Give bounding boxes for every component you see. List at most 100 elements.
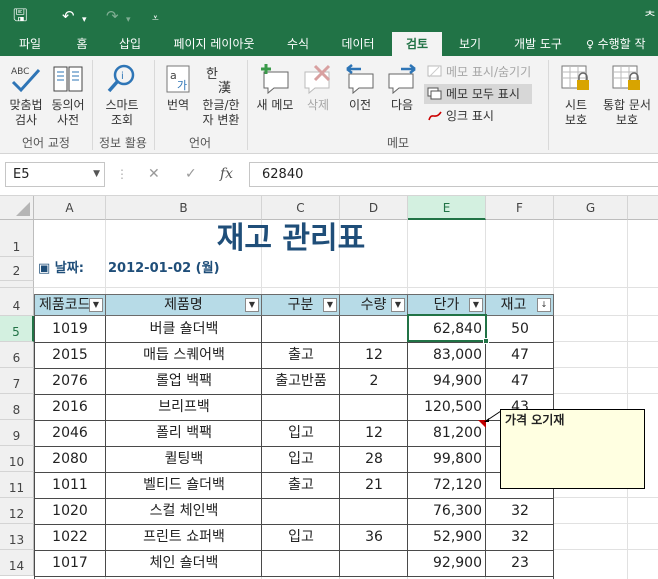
cell-stock[interactable]: 32: [486, 499, 554, 523]
cell-unit-price[interactable]: 99,800: [408, 447, 486, 471]
fill-handle[interactable]: [483, 338, 489, 344]
cell-quantity[interactable]: 28: [340, 447, 408, 471]
cell-type[interactable]: 입고: [262, 525, 340, 549]
cell-product-name[interactable]: 브리프백: [106, 395, 262, 419]
cell-unit-price[interactable]: 52,900: [408, 525, 486, 549]
cell-type[interactable]: [262, 499, 340, 523]
tab-home[interactable]: 홈: [64, 32, 100, 56]
cell-type[interactable]: 출고반품: [262, 369, 340, 393]
cell-product-name[interactable]: 퀼팅백: [106, 447, 262, 471]
cell-quantity[interactable]: [340, 317, 408, 341]
cell-unit-price[interactable]: 83,000: [408, 343, 486, 367]
insert-function-icon[interactable]: fx: [220, 162, 233, 187]
cell-type[interactable]: 출고: [262, 343, 340, 367]
column-header-e[interactable]: E: [408, 196, 486, 220]
cell-product-code[interactable]: 2016: [34, 395, 106, 419]
column-header-f[interactable]: F: [486, 196, 554, 220]
cell-product-code[interactable]: 1011: [34, 473, 106, 497]
tab-page-layout[interactable]: 페이지 레이아웃: [160, 32, 268, 56]
cell-product-name[interactable]: 버클 숄더백: [106, 317, 262, 341]
cell-unit-price[interactable]: 94,900: [408, 369, 486, 393]
enter-icon[interactable]: ✓: [185, 162, 197, 187]
cell-type[interactable]: 입고: [262, 421, 340, 445]
tab-review[interactable]: 검토: [392, 32, 442, 56]
sort-descending-icon[interactable]: ↓: [537, 298, 551, 312]
filter-dropdown-icon[interactable]: ▼: [323, 298, 337, 312]
cell-type[interactable]: 입고: [262, 447, 340, 471]
tab-data[interactable]: 데이터: [330, 32, 386, 56]
column-header-a[interactable]: A: [34, 196, 106, 220]
tell-me-search[interactable]: ♀ 수행할 작: [586, 32, 658, 56]
column-header-b[interactable]: B: [106, 196, 262, 220]
cell-product-name[interactable]: 체인 숄더백: [106, 551, 262, 575]
cell-type[interactable]: [262, 317, 340, 341]
name-box[interactable]: E5 ▼: [5, 162, 105, 187]
undo-dropdown-icon[interactable]: ▾: [82, 10, 87, 30]
cell-quantity[interactable]: [340, 551, 408, 575]
cell-product-code[interactable]: 1022: [34, 525, 106, 549]
column-header-g[interactable]: G: [554, 196, 628, 220]
show-all-comments-button[interactable]: 메모 모두 표시: [424, 84, 532, 104]
cell-type[interactable]: 출고: [262, 473, 340, 497]
cell-product-code[interactable]: 2046: [34, 421, 106, 445]
smart-lookup-button[interactable]: i 스마트 조회: [100, 62, 144, 128]
row-header[interactable]: 13: [0, 524, 34, 550]
cell-product-code[interactable]: 2076: [34, 369, 106, 393]
column-header-h[interactable]: [628, 196, 658, 220]
row-header[interactable]: 14: [0, 550, 34, 576]
row-header[interactable]: 1: [0, 220, 34, 257]
cell-unit-price[interactable]: 81,200: [408, 421, 486, 445]
filter-dropdown-icon[interactable]: ▼: [391, 298, 405, 312]
new-comment-button[interactable]: 새 메모: [252, 62, 298, 113]
cell-product-name[interactable]: 롤업 백팩: [106, 369, 262, 393]
save-icon[interactable]: 🖫: [13, 6, 27, 26]
tab-file[interactable]: 파일: [8, 32, 52, 56]
filter-dropdown-icon[interactable]: ▼: [245, 298, 259, 312]
column-header-d[interactable]: D: [340, 196, 408, 220]
cell-quantity[interactable]: [340, 499, 408, 523]
table-header-product-name[interactable]: 제품명 ▼: [105, 294, 262, 316]
hangul-hanja-button[interactable]: 한漢 한글/한 자 변환: [198, 62, 244, 128]
next-comment-button[interactable]: 다음: [384, 62, 420, 113]
cell-unit-price[interactable]: 72,120: [408, 473, 486, 497]
row-header[interactable]: 2: [0, 257, 34, 281]
row-header[interactable]: 5: [0, 316, 34, 342]
tab-formulas[interactable]: 수식: [278, 32, 318, 56]
comment-box[interactable]: 가격 오기재: [500, 409, 645, 489]
cell-product-name[interactable]: 폴리 백팩: [106, 421, 262, 445]
cell-product-name[interactable]: 벨티드 숄더백: [106, 473, 262, 497]
protect-workbook-button[interactable]: 통합 문서 보호: [598, 62, 656, 128]
customize-qat-icon[interactable]: ⩡: [152, 8, 159, 28]
cell-stock[interactable]: 32: [486, 525, 554, 549]
tab-view[interactable]: 보기: [448, 32, 492, 56]
table-header-unit-price[interactable]: 단가 ▼: [407, 294, 486, 316]
selected-cell-e5[interactable]: [407, 314, 487, 342]
previous-comment-button[interactable]: 이전: [342, 62, 378, 113]
formula-input[interactable]: 62840: [249, 162, 658, 187]
show-ink-button[interactable]: 잉크 표시: [424, 106, 494, 126]
cell-stock[interactable]: 50: [486, 317, 554, 341]
translate-button[interactable]: a가 번역: [158, 62, 198, 113]
cell-product-name[interactable]: 스컬 체인백: [106, 499, 262, 523]
cell-stock[interactable]: 47: [486, 343, 554, 367]
cell-quantity[interactable]: 12: [340, 421, 408, 445]
cell-product-code[interactable]: 2015: [34, 343, 106, 367]
cell-unit-price[interactable]: 76,300: [408, 499, 486, 523]
row-header[interactable]: 8: [0, 394, 34, 420]
row-header[interactable]: 4: [0, 288, 34, 316]
table-header-stock[interactable]: 재고 ↓: [485, 294, 554, 316]
cell-stock[interactable]: 23: [486, 551, 554, 575]
select-all-corner[interactable]: [0, 196, 34, 220]
worksheet-grid[interactable]: A B C D E F G 1 2 4 5 6 7 8 9 10 11 12 1…: [0, 196, 658, 579]
tab-developer[interactable]: 개발 도구: [502, 32, 574, 56]
cell-product-code[interactable]: 2080: [34, 447, 106, 471]
row-header-hidden[interactable]: [0, 281, 34, 288]
cell-type[interactable]: [262, 551, 340, 575]
chevron-down-icon[interactable]: ▼: [93, 163, 100, 186]
cell-product-code[interactable]: 1019: [34, 317, 106, 341]
tab-insert[interactable]: 삽입: [108, 32, 152, 56]
row-header[interactable]: 7: [0, 368, 34, 394]
row-header[interactable]: 10: [0, 446, 34, 472]
cell-type[interactable]: [262, 395, 340, 419]
table-header-product-code[interactable]: 제품코드 ▼: [34, 294, 106, 316]
